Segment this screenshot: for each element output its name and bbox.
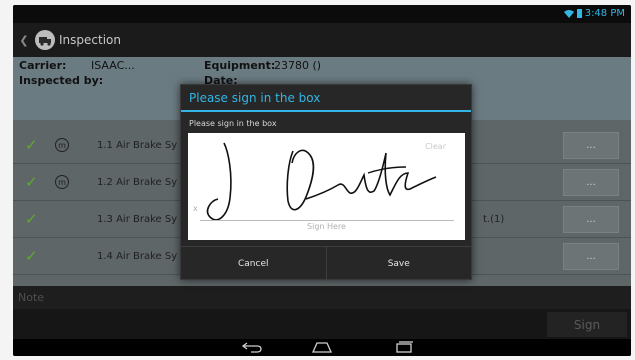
sign-bar: Sign [13,309,631,339]
equipment-label: Equipment: [204,59,276,72]
m-circle-icon: m [55,138,69,152]
carrier-label: Carrier: [19,59,67,72]
checkmark-icon: ✓ [25,136,38,154]
inspection-app-icon[interactable] [35,30,55,50]
checkmark-icon: ✓ [25,173,38,191]
list-item-label: 1.1 Air Brake Sy [97,139,177,151]
sign-button[interactable]: Sign [547,312,627,337]
status-time: 3:48 PM [584,8,625,19]
status-icons: 3:48 PM [563,8,625,19]
note-placeholder: Note [18,291,45,304]
inspected-by-label: Inspected by: [19,74,104,87]
checkmark-icon: ✓ [25,210,38,228]
list-item-label: 1.4 Air Brake Sy [97,250,177,262]
note-field[interactable]: Note [13,286,631,309]
list-item-extra: t.(1) [483,213,505,225]
status-bar: 3:48 PM [13,5,631,23]
device-screen: 3:48 PM ❮ Inspection Carrier: ISAAC... I… [13,5,631,356]
chevron-left-icon[interactable]: ❮ [13,34,35,47]
save-button[interactable]: Save [325,247,472,281]
wifi-icon [563,9,574,18]
checkmark-icon: ✓ [25,247,38,265]
battery-icon [576,9,582,18]
clear-button[interactable]: Clear [425,142,446,151]
dialog-buttons: Cancel Save [181,246,471,281]
dialog-subtitle: Please sign in the box [189,119,277,128]
navigation-bar [13,339,631,356]
signature-line [200,220,454,221]
action-bar: ❮ Inspection [13,23,631,57]
home-icon[interactable] [311,341,333,353]
list-item-label: 1.3 Air Brake Sy [97,213,177,225]
more-button[interactable]: ... [563,131,619,159]
truck-icon [39,37,51,46]
page-title: Inspection [59,33,121,47]
x-mark: x [193,204,198,213]
more-button[interactable]: ... [563,205,619,233]
recents-icon[interactable] [393,341,415,353]
list-item-label: 1.2 Air Brake Sy [97,176,177,188]
cancel-button[interactable]: Cancel [181,247,326,281]
equipment-value: 23780 () [274,59,322,72]
m-circle-icon: m [55,175,69,189]
back-icon[interactable] [241,341,263,353]
more-button[interactable]: ... [563,168,619,196]
sign-here-label: Sign Here [307,222,346,231]
carrier-value: ISAAC... [91,59,135,72]
screen: 3:48 PM ❮ Inspection Carrier: ISAAC... I… [0,0,635,360]
more-button[interactable]: ... [563,242,619,270]
signature-dialog: Please sign in the box Please sign in th… [180,84,472,281]
signature-pad[interactable]: Clear x Sign Here [188,133,465,240]
dialog-title-divider [181,110,471,112]
dialog-title: Please sign in the box [189,90,321,105]
